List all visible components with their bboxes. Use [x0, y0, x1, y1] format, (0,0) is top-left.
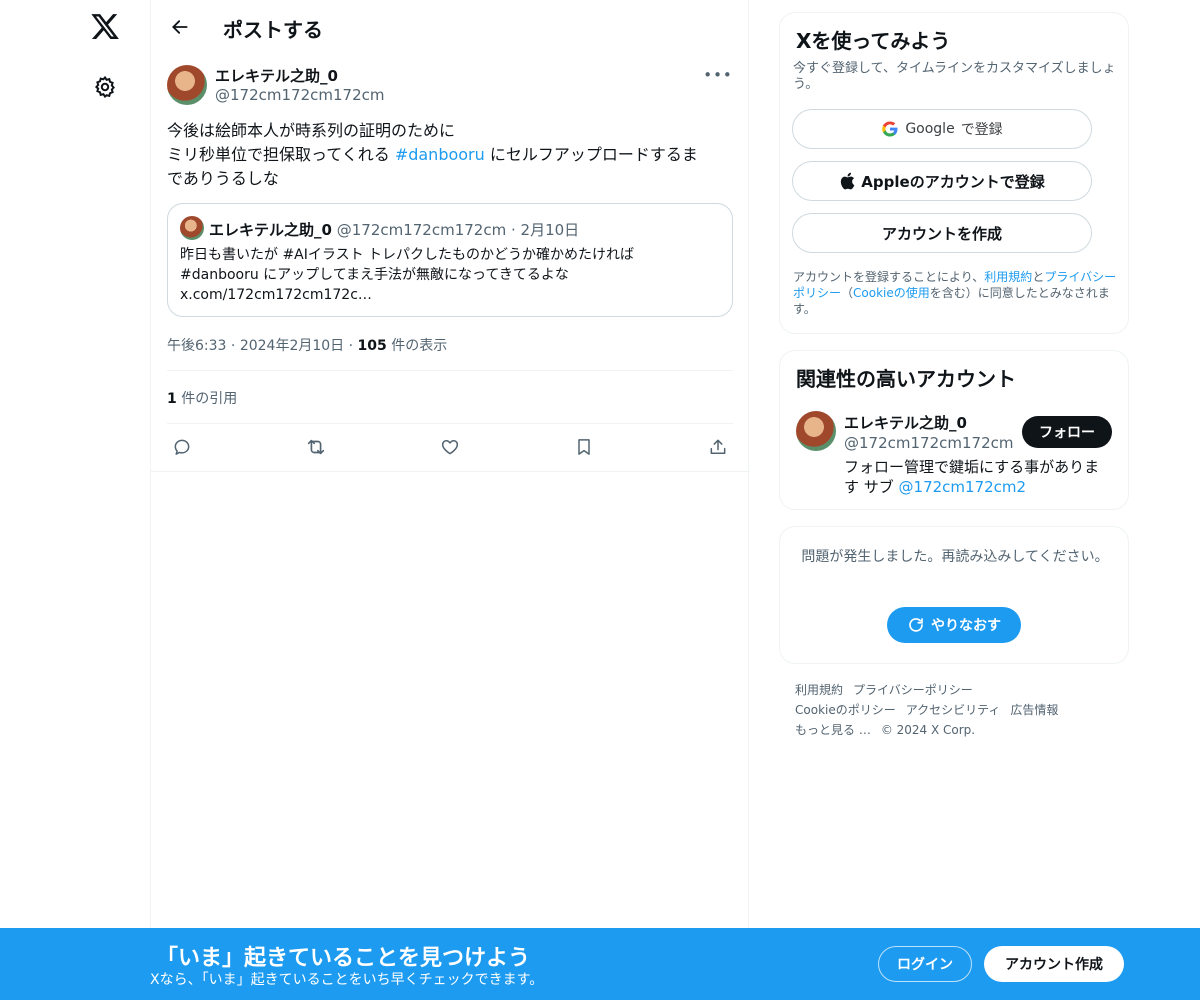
apple-icon [841, 172, 855, 190]
footer-cookie-link[interactable]: Cookieのポリシー [795, 703, 896, 717]
post-text-line2-pre: ミリ秒単位で担保取ってくれる [167, 145, 395, 164]
post-meta: 午後6:33 · 2024年2月10日 · 105 件の表示 [167, 335, 447, 355]
bookmark-icon[interactable] [567, 433, 601, 461]
more-options-icon[interactable]: ••• [703, 64, 733, 86]
post-text: 今後は絵師本人が時系列の証明のために ミリ秒単位で担保取ってくれる #danbo… [167, 119, 733, 191]
quote-author-handle: @172cm172cm172cm [336, 221, 507, 239]
quote-avatar [180, 216, 204, 240]
bottom-signup-bar: 「いま」起きていることを見つけよう Xなら、「いま」起きていることをいち早くチェ… [0, 928, 1200, 1000]
quote-date: 2月10日 [520, 221, 580, 239]
reply-icon[interactable] [165, 433, 199, 461]
share-icon[interactable] [701, 433, 735, 461]
quote-separator: · [510, 221, 516, 239]
views-label: 件の表示 [391, 338, 448, 354]
apple-signup-label: Appleのアカウントで登録 [861, 172, 1045, 191]
google-brand-label: Google [905, 121, 955, 137]
divider [151, 471, 750, 472]
divider [167, 423, 733, 424]
footer-ads-link[interactable]: 広告情報 [1010, 703, 1058, 717]
retry-label: やりなおす [931, 618, 1001, 634]
post-time[interactable]: 午後6:33 [167, 338, 226, 354]
footer-more-link[interactable]: もっと見る … [795, 723, 871, 737]
create-account-label: アカウントを作成 [881, 224, 1002, 243]
related-account-name[interactable]: エレキテル之助_0 [844, 412, 967, 433]
apple-signup-button[interactable]: Appleのアカウントで登録 [792, 161, 1092, 201]
legal-text: アカウントを登録することにより、 [793, 270, 985, 284]
like-icon[interactable] [433, 433, 467, 461]
back-arrow-icon[interactable] [163, 10, 197, 44]
quoted-post[interactable]: エレキテル之助_0 @172cm172cm172cm · 2月10日 昨日も書い… [167, 203, 733, 317]
meta-separator: · [348, 338, 354, 354]
post-author-handle[interactable]: @172cm172cm172cm [215, 86, 384, 104]
refresh-icon [909, 618, 923, 632]
post-author-name[interactable]: エレキテル之助_0 [215, 65, 338, 86]
gear-icon[interactable] [88, 70, 122, 104]
x-logo-icon[interactable] [88, 10, 122, 44]
legal-text: （ [841, 286, 854, 300]
footer-copyright: © 2024 X Corp. [880, 723, 976, 737]
related-account-bio: フォロー管理で鍵垢にする事があります サブ @172cm172cm2 [844, 457, 1114, 497]
legal-text: と [1032, 270, 1045, 284]
hashtag-link[interactable]: #danbooru [395, 145, 485, 164]
bottom-bar-subtitle: Xなら、「いま」起きていることをいち早くチェックできます。 [150, 972, 544, 988]
bottom-bar-title: 「いま」起きていることを見つけよう [156, 946, 531, 971]
post-text-line2-post: にセルフアップロードするま [484, 145, 698, 164]
avatar[interactable] [167, 65, 207, 105]
legal-notice: アカウントを登録することにより、利用規約とプライバシーポリシー（Cookieの使… [793, 269, 1123, 317]
related-account-handle[interactable]: @172cm172cm172cm [844, 434, 1013, 452]
retry-button[interactable]: やりなおす [887, 607, 1021, 643]
footer-links: 利用規約 プライバシーポリシー Cookieのポリシー アクセシビリティ 広告情報 も… [795, 680, 1125, 740]
avatar[interactable] [796, 411, 836, 451]
page-title: ポストする [223, 18, 323, 42]
divider [167, 370, 733, 371]
signup-card-subtitle: 今すぐ登録して、タイムラインをカスタマイズしましょう。 [793, 61, 1116, 92]
footer-accessibility-link[interactable]: アクセシビリティ [906, 703, 1001, 717]
post-text-line1: 今後は絵師本人が時系列の証明のために [167, 121, 456, 140]
related-accounts-card: 関連性の高いアカウント エレキテル之助_0 @172cm172cm172cm フ… [779, 350, 1129, 510]
quotes-count: 1 [167, 391, 177, 407]
footer-terms-link[interactable]: 利用規約 [795, 683, 843, 697]
related-card-title: 関連性の高いアカウント [796, 367, 1016, 391]
error-message: 問題が発生しました。再読み込みしてください。 [801, 549, 1109, 565]
repost-icon[interactable] [299, 433, 333, 461]
cookie-link[interactable]: Cookieの使用 [853, 286, 930, 300]
signup-button[interactable]: アカウント作成 [984, 946, 1124, 982]
quotes-count-link[interactable]: 1 件の引用 [167, 388, 237, 408]
footer-privacy-link[interactable]: プライバシーポリシー [853, 683, 973, 697]
google-signup-button[interactable]: Google で登録 [792, 109, 1092, 149]
login-button[interactable]: ログイン [878, 946, 972, 982]
bio-mention-link[interactable]: @172cm172cm2 [899, 478, 1027, 496]
main-column: ポストする エレキテル之助_0 @172cm172cm172cm ••• 今後は… [150, 0, 750, 1000]
meta-separator: · [230, 338, 236, 354]
create-account-button[interactable]: アカウントを作成 [792, 213, 1092, 253]
left-nav [0, 0, 150, 1000]
signup-card: Xを使ってみよう 今すぐ登録して、タイムラインをカスタマイズしましょう。 Goo… [779, 12, 1129, 334]
views-count: 105 [357, 338, 387, 354]
quote-text: 昨日も書いたが #AIイラスト トレパクしたものかどうか確かめたければ #dan… [180, 247, 635, 303]
error-card: 問題が発生しました。再読み込みしてください。 やりなおす [779, 526, 1129, 664]
terms-link[interactable]: 利用規約 [984, 270, 1032, 284]
post-date[interactable]: 2024年2月10日 [240, 338, 344, 354]
quote-header: エレキテル之助_0 @172cm172cm172cm · 2月10日 [209, 219, 579, 240]
quote-author-name: エレキテル之助_0 [209, 221, 332, 239]
google-icon [882, 121, 898, 137]
quotes-label: 件の引用 [181, 391, 238, 407]
signup-card-title: Xを使ってみよう [796, 29, 951, 53]
google-signup-suffix: で登録 [960, 122, 1003, 138]
page-header: ポストする [151, 0, 750, 54]
follow-button[interactable]: フォロー [1022, 416, 1112, 448]
post-actions [167, 433, 733, 461]
post-text-line3: でありうるしな [167, 169, 279, 188]
